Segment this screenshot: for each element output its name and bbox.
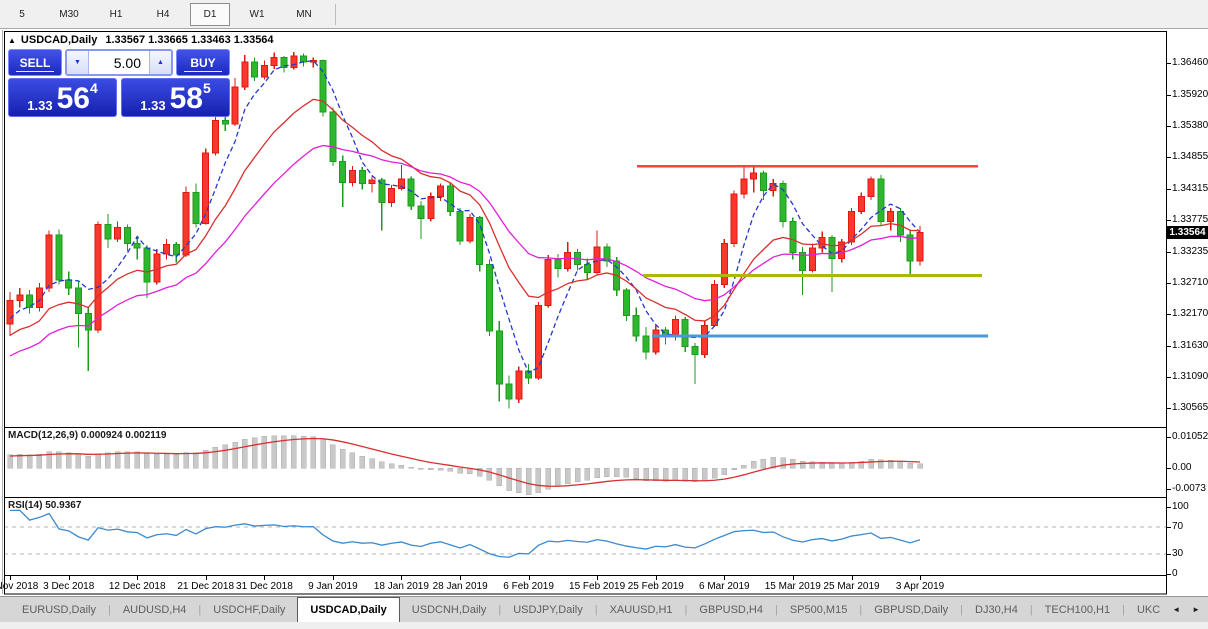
timeframe-button-d1[interactable]: D1: [190, 3, 230, 26]
buy-price-main: 58: [170, 87, 203, 112]
timeframe-button-m30[interactable]: M30: [49, 3, 89, 26]
rsi-indicator-label: RSI(14) 50.9367: [8, 500, 81, 511]
sell-underline: [16, 71, 54, 72]
trading-platform-window: 5 M30 H1 H4 D1 W1 MN ▲ USDCAD,Daily 1.33567 1.33…: [0, 0, 1208, 629]
tab-usdcnh-daily[interactable]: USDCNH,Daily: [400, 597, 499, 622]
tab-usdchf-daily[interactable]: USDCHF,Daily: [201, 597, 297, 622]
buy-underline: [184, 71, 222, 72]
buy-price-pip: 5: [203, 80, 211, 96]
tab-eurusd-daily[interactable]: EURUSD,Daily: [10, 597, 108, 622]
tab-sp500-m15[interactable]: SP500,M15: [778, 597, 859, 622]
timeframe-button-w1[interactable]: W1: [237, 3, 277, 26]
one-click-trading-panel: SELL ▼ ▲ BUY 1.33 56 4: [8, 49, 230, 117]
chart-title: ▲ USDCAD,Daily 1.33567 1.33665 1.33463 1.3…: [8, 34, 274, 46]
tab-gbpusd-h4[interactable]: GBPUSD,H4: [687, 597, 775, 622]
tab-scroll-left-icon[interactable]: ◄: [1172, 605, 1180, 614]
macd-indicator-label: MACD(12,26,9) 0.000924 0.002119: [8, 430, 166, 441]
buy-price-display[interactable]: 1.33 58 5: [121, 78, 230, 117]
volume-input[interactable]: [89, 51, 149, 74]
tab-xauusd-h1[interactable]: XAUUSD,H1: [598, 597, 685, 622]
timeframe-toolbar: 5 M30 H1 H4 D1 W1 MN: [0, 0, 1208, 29]
tab-usdjpy-daily[interactable]: USDJPY,Daily: [501, 597, 595, 622]
chart-ohlc-values: 1.33567 1.33665 1.33463 1.33564: [105, 34, 273, 46]
timeframe-button-h4[interactable]: H4: [143, 3, 183, 26]
sell-price-main: 56: [57, 87, 90, 112]
sell-button[interactable]: SELL: [8, 49, 62, 76]
sell-price-pip: 4: [90, 80, 98, 96]
tab-audusd-h4[interactable]: AUDUSD,H4: [111, 597, 199, 622]
tab-scroll-right-icon[interactable]: ►: [1192, 605, 1200, 614]
sell-button-label: SELL: [20, 56, 51, 70]
volume-spinner: ▼ ▲: [65, 49, 173, 76]
tab-gbpusd-daily[interactable]: GBPUSD,Daily: [862, 597, 960, 622]
status-strip: [0, 622, 1208, 629]
timeframe-button-h1[interactable]: H1: [96, 3, 136, 26]
chevron-down-icon: ▼: [74, 59, 81, 66]
symbol-tab-bar: EURUSD,Daily|AUDUSD,H4|USDCHF,DailyUSDCA…: [0, 596, 1208, 622]
chart-symbol-label: USDCAD,Daily: [21, 34, 97, 46]
tab-scroll-arrows: ◄►: [1172, 597, 1200, 622]
sell-price-prefix: 1.33: [27, 99, 52, 112]
tab-usdcad-daily[interactable]: USDCAD,Daily: [297, 597, 399, 622]
buy-button-label: BUY: [190, 56, 215, 70]
toolbar-separator: [335, 4, 336, 25]
tab-tech100-h1[interactable]: TECH100,H1: [1033, 597, 1122, 622]
tab-ukc[interactable]: UKC: [1125, 597, 1172, 622]
timeframe-button-mn[interactable]: MN: [284, 3, 324, 26]
buy-button[interactable]: BUY: [176, 49, 230, 76]
tab-dj30-h4[interactable]: DJ30,H4: [963, 597, 1030, 622]
volume-increase-button[interactable]: ▲: [149, 51, 171, 74]
buy-price-prefix: 1.33: [140, 99, 165, 112]
collapse-triangle-icon[interactable]: ▲: [8, 36, 16, 45]
chevron-up-icon: ▲: [157, 59, 164, 66]
sell-price-display[interactable]: 1.33 56 4: [8, 78, 117, 117]
volume-decrease-button[interactable]: ▼: [67, 51, 89, 74]
timeframe-button-5[interactable]: 5: [2, 3, 42, 26]
